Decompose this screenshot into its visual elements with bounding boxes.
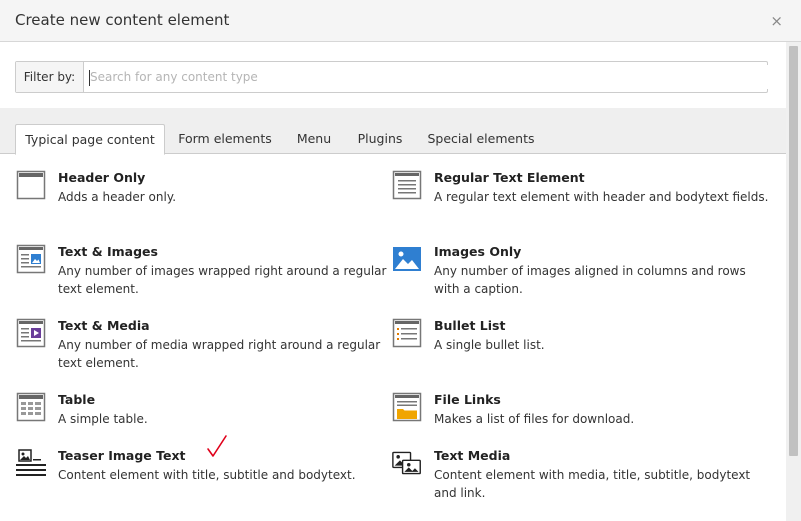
tab-plugins[interactable]: Plugins [346, 124, 414, 154]
header-icon [16, 170, 46, 200]
close-button[interactable]: × [770, 12, 783, 30]
text-media-custom-icon [392, 451, 421, 475]
text-media-icon [16, 318, 46, 348]
item-title: Text & Images [58, 244, 158, 259]
dialog-header: Create new content element × [0, 0, 801, 42]
item-description: Makes a list of files for download. [434, 412, 635, 426]
text-image-icon [16, 244, 46, 274]
item-description: Any number of images aligned in columns … [434, 264, 746, 296]
item-title: File Links [434, 392, 501, 407]
tab-special-elements[interactable]: Special elements [416, 124, 546, 154]
text-cursor [89, 70, 90, 86]
item-description: Any number of media wrapped right around… [58, 338, 381, 370]
item-description: A single bullet list. [434, 338, 545, 352]
tab-typical-page-content[interactable]: Typical page content [15, 124, 165, 155]
item-description: Any number of images wrapped right aroun… [58, 264, 387, 296]
text-icon [392, 170, 422, 200]
images-icon [393, 247, 421, 271]
item-description: Content element with media, title, subti… [434, 468, 751, 500]
filter-group: Filter by: [15, 61, 770, 93]
item-description: A simple table. [58, 412, 148, 426]
tab-bar: Typical page content Form elements Menu … [0, 108, 786, 155]
item-title: Teaser Image Text [58, 448, 186, 463]
item-title: Bullet List [434, 318, 506, 333]
item-title: Text Media [434, 448, 511, 463]
item-title: Images Only [434, 244, 522, 259]
dialog-body: Filter by: Typical page content Form ele… [0, 42, 786, 521]
item-title: Regular Text Element [434, 170, 585, 185]
item-title: Table [58, 392, 96, 407]
checkmark-annotation-icon [207, 435, 227, 457]
item-description: Adds a header only. [58, 190, 177, 204]
item-title: Header Only [58, 170, 146, 185]
scrollbar[interactable] [786, 42, 801, 521]
item-description: A regular text element with header and b… [434, 190, 769, 204]
bullet-list-icon [392, 318, 422, 348]
table-icon [16, 392, 46, 422]
dialog-title: Create new content element [15, 11, 230, 29]
file-links-icon [392, 392, 422, 422]
teaser-image-text-icon [16, 449, 46, 476]
tab-form-elements[interactable]: Form elements [168, 124, 282, 154]
scrollbar-thumb[interactable] [789, 46, 798, 456]
search-input[interactable] [86, 65, 770, 89]
item-description: Content element with title, subtitle and… [58, 468, 356, 482]
item-title: Text & Media [58, 318, 150, 333]
filter-label: Filter by: [16, 62, 84, 92]
tab-menu[interactable]: Menu [284, 124, 344, 154]
